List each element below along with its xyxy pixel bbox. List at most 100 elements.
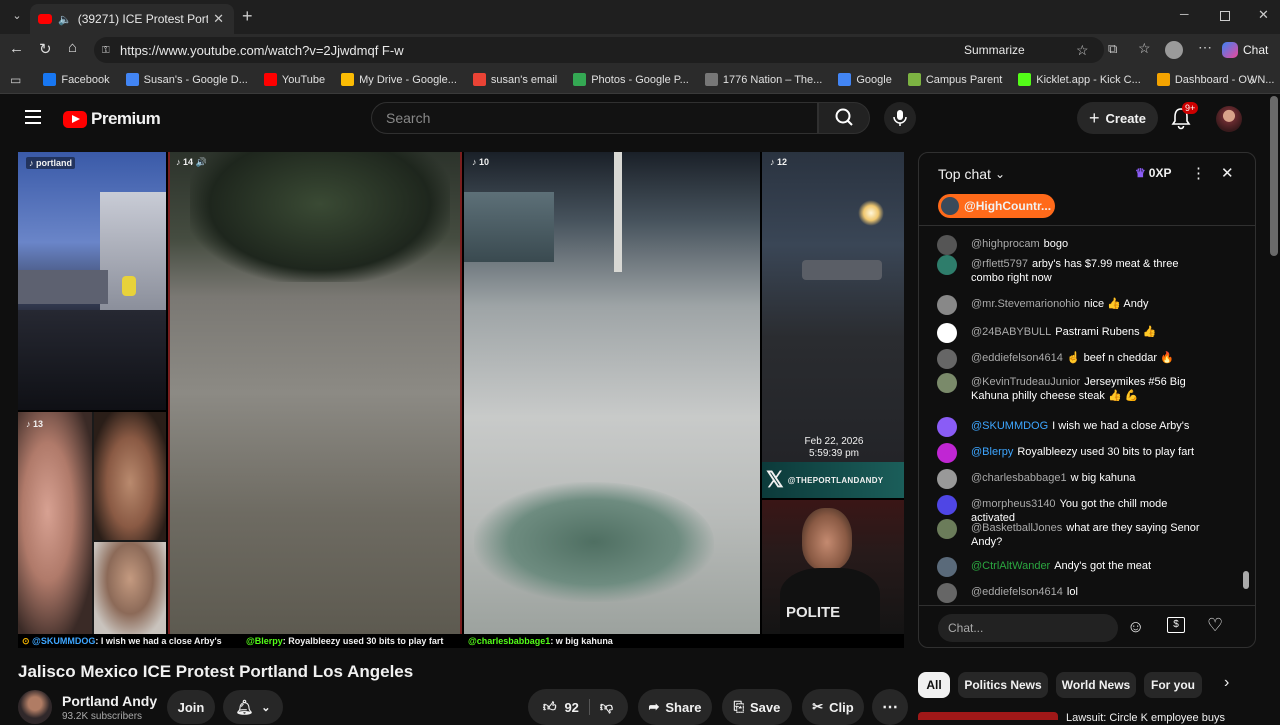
- chat-username[interactable]: @SKUMMDOG: [971, 420, 1048, 432]
- chat-message-body: @eddiefelson4614 ☝ beef n cheddar 🔥: [971, 351, 1211, 365]
- create-button[interactable]: + Create: [1077, 102, 1158, 134]
- chat-user-avatar[interactable]: [937, 295, 957, 315]
- chat-username[interactable]: @charlesbabbage1: [971, 472, 1067, 484]
- chat-username[interactable]: @24BABYBULL: [971, 326, 1051, 338]
- site-info-icon[interactable]: ⚿: [102, 45, 110, 56]
- menu-icon[interactable]: [25, 110, 41, 124]
- close-tab-icon[interactable]: ✕: [213, 11, 224, 27]
- tab-title: (39271) ICE Protest Portland L: [77, 12, 208, 26]
- search-button[interactable]: [818, 102, 870, 134]
- chat-username[interactable]: @Blerpy: [971, 446, 1013, 458]
- logo-label: Premium: [91, 109, 161, 128]
- chat-scrollbar[interactable]: [1243, 231, 1249, 601]
- next-video-title[interactable]: Lawsuit: Circle K employee buys: [1066, 712, 1225, 724]
- chat-username[interactable]: @rflett5797: [971, 258, 1028, 270]
- pinned-user-chip[interactable]: @HighCountr...: [938, 194, 1055, 218]
- bookmark-item[interactable]: My Drive - Google...: [341, 73, 457, 86]
- bookmark-item[interactable]: Campus Parent: [907, 73, 1002, 86]
- bookmark-item[interactable]: susan's email: [472, 73, 558, 86]
- refresh-icon[interactable]: ↻: [39, 40, 52, 58]
- super-chat-icon[interactable]: $: [1167, 617, 1185, 633]
- chip-world-news[interactable]: World News: [1056, 672, 1136, 698]
- chat-input[interactable]: Chat...: [938, 614, 1118, 642]
- bookmark-item[interactable]: Susan's - Google D...: [125, 73, 248, 86]
- account-avatar[interactable]: [1216, 106, 1242, 132]
- chat-username[interactable]: @CtrlAltWander: [971, 560, 1050, 572]
- chat-username[interactable]: @eddiefelson4614: [971, 352, 1063, 364]
- bookmarks-overflow-icon[interactable]: ›: [1250, 72, 1255, 88]
- summarize-button[interactable]: Summarize: [964, 43, 1025, 57]
- chat-user-avatar[interactable]: [937, 323, 957, 343]
- close-window-button[interactable]: ✕: [1258, 7, 1269, 23]
- chat-username[interactable]: @mr.Stevemarionohio: [971, 298, 1080, 310]
- chip-for-you[interactable]: For you: [1144, 672, 1202, 698]
- copilot-button[interactable]: Chat: [1222, 39, 1268, 61]
- like-button[interactable]: 👍︎ 92: [543, 699, 590, 715]
- chat-user-avatar[interactable]: [937, 373, 957, 393]
- heart-icon[interactable]: ♡: [1207, 615, 1223, 636]
- collections-icon[interactable]: ▭: [10, 73, 21, 87]
- chat-username[interactable]: @KevinTrudeauJunior: [971, 376, 1080, 388]
- bookmark-icon: ⎘: [733, 699, 745, 714]
- chips-next-icon[interactable]: ›: [1224, 674, 1229, 692]
- speaker-icon[interactable]: 🔈: [58, 13, 72, 26]
- channel-avatar[interactable]: [18, 690, 52, 724]
- browser-tab[interactable]: 🔈 (39271) ICE Protest Portland L ✕: [30, 4, 234, 34]
- pinned-user-avatar: [941, 197, 959, 215]
- video-player[interactable]: ♪ portland ♪ 14 🔊 ♪ 10 ♪ 12 ♪ 13 Feb 22,…: [18, 152, 904, 648]
- home-icon[interactable]: ⌂: [68, 39, 77, 56]
- chat-user-avatar[interactable]: [937, 583, 957, 603]
- chat-user-avatar[interactable]: [937, 235, 957, 255]
- chat-more-icon[interactable]: ⋮: [1191, 164, 1206, 182]
- url-field[interactable]: ⚿ https://www.youtube.com/watch?v=2Jjwdm…: [94, 37, 1104, 63]
- new-tab-button[interactable]: +: [242, 6, 253, 27]
- back-icon[interactable]: ←: [9, 40, 24, 57]
- chat-username[interactable]: @eddiefelson4614: [971, 586, 1063, 598]
- bookmark-item[interactable]: Google: [838, 73, 892, 86]
- chat-user-avatar[interactable]: [937, 469, 957, 489]
- bookmark-item[interactable]: Photos - Google P...: [573, 73, 689, 86]
- chat-username[interactable]: @morpheus3140: [971, 498, 1056, 510]
- chat-username[interactable]: @BasketballJones: [971, 522, 1062, 534]
- bookmark-item[interactable]: Facebook: [43, 73, 110, 86]
- chip-all[interactable]: All: [918, 672, 950, 698]
- create-label: Create: [1105, 110, 1146, 126]
- star-icon[interactable]: ☆: [1076, 42, 1089, 59]
- chat-username[interactable]: @highprocam: [971, 238, 1040, 250]
- tab-actions-icon[interactable]: ⌄: [8, 9, 26, 25]
- page-scrollbar[interactable]: [1270, 96, 1278, 256]
- chip-politics-news[interactable]: Politics News: [958, 672, 1048, 698]
- youtube-logo[interactable]: Premium: [63, 109, 161, 129]
- dislike-button[interactable]: 👎︎: [590, 699, 613, 715]
- chat-user-avatar[interactable]: [937, 349, 957, 369]
- bookmark-item[interactable]: Kicklet.app - Kick C...: [1018, 73, 1141, 86]
- more-menu-icon[interactable]: ⋯: [1198, 39, 1212, 56]
- chat-mode-selector[interactable]: Top chat ⌄: [938, 166, 1005, 182]
- bookmark-label: susan's email: [490, 73, 558, 86]
- close-chat-icon[interactable]: ✕: [1221, 164, 1234, 182]
- bookmark-item[interactable]: YouTube: [263, 73, 325, 86]
- join-button[interactable]: Join: [167, 690, 215, 724]
- bookmark-item[interactable]: Dashboard - OWN...: [1156, 73, 1274, 86]
- search-input[interactable]: Search: [371, 102, 818, 134]
- chat-user-avatar[interactable]: [937, 519, 957, 539]
- chat-user-avatar[interactable]: [937, 557, 957, 577]
- extensions-icon[interactable]: ⧉: [1108, 41, 1117, 57]
- emoji-icon[interactable]: ☺: [1127, 617, 1144, 637]
- subscribe-bell-button[interactable]: 🔔︎ ⌄: [223, 690, 283, 724]
- bookmark-item[interactable]: 1776 Nation – The...: [704, 73, 822, 86]
- favorites-icon[interactable]: ☆: [1138, 40, 1151, 57]
- notifications-button[interactable]: 9+: [1170, 102, 1199, 130]
- tiktok-label-1: ♪ portland: [26, 157, 76, 169]
- chat-user-avatar[interactable]: [937, 417, 957, 437]
- profile-avatar[interactable]: [1165, 41, 1183, 59]
- minimize-button[interactable]: ─: [1180, 7, 1194, 21]
- xp-badge[interactable]: ♛ 0XP: [1135, 166, 1171, 180]
- next-video-thumbnail[interactable]: [918, 712, 1058, 720]
- chat-user-avatar[interactable]: [937, 443, 957, 463]
- channel-name[interactable]: Portland Andy: [62, 693, 157, 709]
- maximize-button[interactable]: [1220, 11, 1230, 21]
- chat-user-avatar[interactable]: [937, 255, 957, 275]
- voice-search-button[interactable]: [884, 102, 916, 134]
- chat-user-avatar[interactable]: [937, 495, 957, 515]
